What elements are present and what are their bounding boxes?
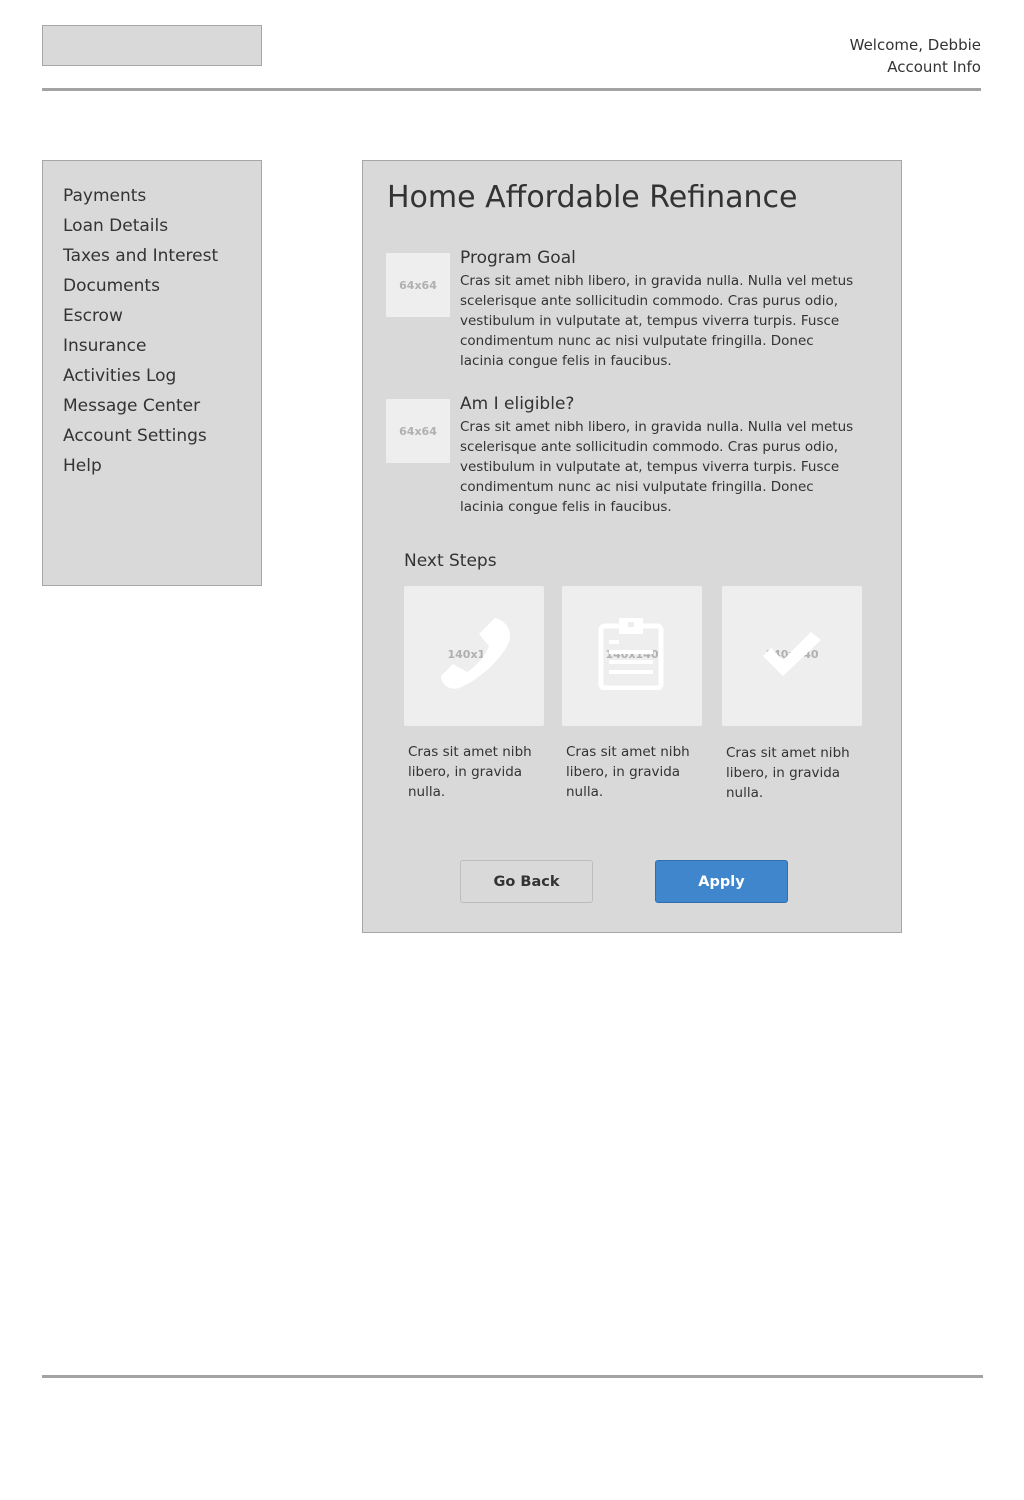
sidebar-item-activities-log[interactable]: Activities Log [63, 361, 261, 391]
next-step-call: 140x140 Cras sit amet nibh libero, in gr… [404, 586, 544, 802]
sidebar-item-loan-details[interactable]: Loan Details [63, 211, 261, 241]
go-back-button[interactable]: Go Back [460, 860, 593, 903]
welcome-text: Welcome, Debbie [849, 36, 981, 54]
sidebar-item-insurance[interactable]: Insurance [63, 331, 261, 361]
feature-title: Am I eligible? [460, 394, 575, 414]
sidebar-item-escrow[interactable]: Escrow [63, 301, 261, 331]
next-step-documents: 140x140 Cras sit amet nibh libero, in gr… [562, 586, 702, 802]
page-title: Home Affordable Refinance [387, 180, 798, 215]
apply-button[interactable]: Apply [655, 860, 788, 903]
sidebar-item-help[interactable]: Help [63, 451, 261, 481]
feature-text: Cras sit amet nibh libero, in gravida nu… [460, 419, 854, 515]
user-header: Welcome, Debbie Account Info [850, 34, 981, 78]
image-placeholder: 64x64 [386, 253, 450, 317]
sidebar-item-message-center[interactable]: Message Center [63, 391, 261, 421]
phone-icon [441, 618, 511, 689]
sidebar-item-taxes-and-interest[interactable]: Taxes and Interest [63, 241, 261, 271]
logo-placeholder[interactable] [42, 25, 262, 66]
next-step-confirm: 140x140 Cras sit amet nibh libero, in gr… [722, 586, 862, 803]
step-text: Cras sit amet nibh libero, in gravida nu… [566, 744, 690, 800]
footer-divider [42, 1375, 983, 1378]
checkmark-icon [763, 632, 821, 676]
step-text: Cras sit amet nibh libero, in gravida nu… [726, 745, 850, 801]
step-tile: 140x140 [404, 586, 544, 726]
sidebar-nav: Payments Loan Details Taxes and Interest… [42, 160, 262, 586]
header-divider [42, 88, 981, 91]
feature-text: Cras sit amet nibh libero, in gravida nu… [460, 273, 854, 369]
sidebar-item-account-settings[interactable]: Account Settings [63, 421, 261, 451]
next-steps-title: Next Steps [404, 551, 497, 571]
sidebar-item-documents[interactable]: Documents [63, 271, 261, 301]
clipboard-icon [598, 618, 664, 690]
step-tile: 140x140 [562, 586, 702, 726]
step-tile: 140x140 [722, 586, 862, 726]
image-placeholder: 64x64 [386, 399, 450, 463]
feature-title: Program Goal [460, 248, 576, 268]
step-text: Cras sit amet nibh libero, in gravida nu… [408, 744, 532, 800]
refinance-panel: Home Affordable Refinance 64x64 Program … [362, 160, 902, 933]
sidebar-item-payments[interactable]: Payments [63, 181, 261, 211]
account-info-link[interactable]: Account Info [850, 56, 981, 78]
